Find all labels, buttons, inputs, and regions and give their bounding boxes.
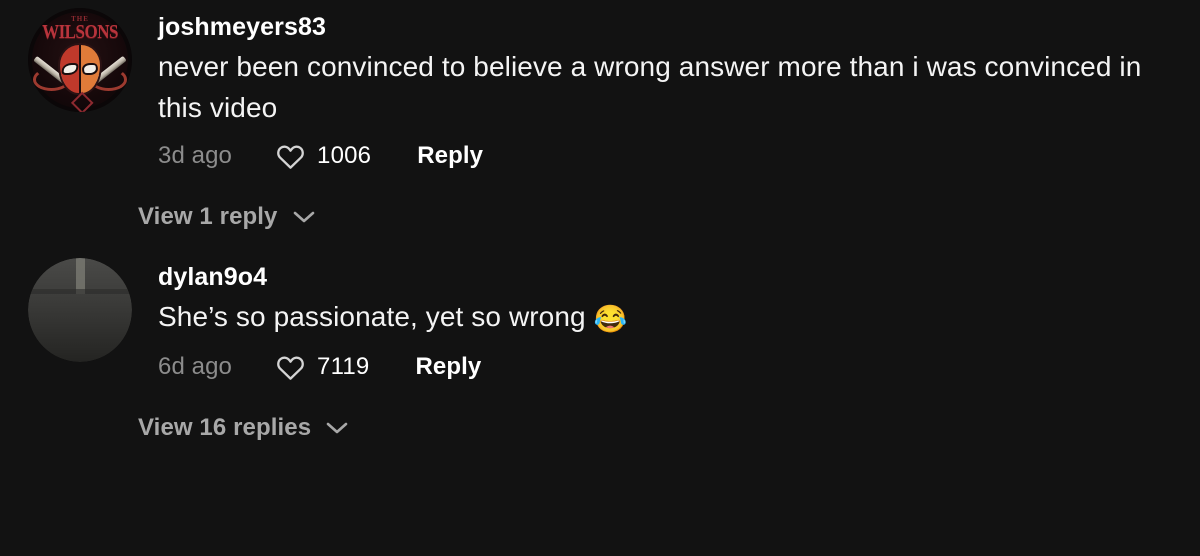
reply-button[interactable]: Reply: [417, 142, 483, 170]
comment-text: never been convinced to believe a wrong …: [158, 41, 1188, 128]
chevron-down-icon[interactable]: [293, 210, 315, 224]
logo-wordmark: WILSONS: [42, 20, 118, 42]
comment-timestamp: 6d ago: [158, 353, 233, 381]
comment-username[interactable]: dylan9o4: [158, 258, 1188, 291]
view-replies-label: View 16 replies: [138, 414, 312, 442]
view-replies-label: View 1 reply: [138, 203, 278, 231]
photo-background-line: [28, 289, 132, 294]
mask-eye-left: [63, 64, 77, 73]
mask-split-line: [78, 45, 81, 94]
comment-text: She’s so passionate, yet so wrong 😂: [158, 291, 1188, 339]
comments-panel: THE WILSONS joshmeyers83 never been conv…: [0, 0, 1200, 556]
comment-text-content: never been convinced to believe a wrong …: [158, 51, 1142, 123]
avatar[interactable]: [28, 258, 132, 363]
heart-outline-icon[interactable]: [276, 354, 305, 381]
comment-body: joshmeyers83 never been convinced to bel…: [132, 8, 1188, 170]
comment-item: dylan9o4 She’s so passionate, yet so wro…: [0, 251, 1200, 381]
the-wilsons-logo-avatar: THE WILSONS: [28, 8, 132, 112]
chevron-down-icon[interactable]: [326, 421, 348, 435]
comment-separator: [0, 231, 1200, 251]
comment-username[interactable]: joshmeyers83: [158, 8, 1188, 41]
photo-background-bar: [75, 258, 86, 294]
avatar[interactable]: THE WILSONS: [28, 8, 132, 112]
view-replies-button[interactable]: View 16 replies: [0, 381, 1200, 442]
reply-button[interactable]: Reply: [415, 353, 481, 381]
comment-text-content: She’s so passionate, yet so wrong: [158, 301, 594, 333]
like-count: 1006: [317, 142, 372, 170]
comment-body: dylan9o4 She’s so passionate, yet so wro…: [132, 258, 1188, 381]
mask-eye-right: [83, 64, 97, 73]
comment-meta-row: 6d ago 7119 Reply: [158, 339, 1188, 381]
like-count: 7119: [317, 353, 370, 381]
like-button[interactable]: 1006: [276, 142, 371, 170]
split-mask-face-icon: [60, 45, 100, 94]
view-replies-button[interactable]: View 1 reply: [0, 170, 1200, 231]
like-button[interactable]: 7119: [276, 353, 369, 381]
joy-emoji-icon: 😂: [593, 304, 628, 335]
comment-timestamp: 3d ago: [158, 142, 233, 170]
comment-meta-row: 3d ago 1006 Reply: [158, 128, 1188, 170]
comment-item: THE WILSONS joshmeyers83 never been conv…: [0, 0, 1200, 170]
heart-outline-icon[interactable]: [276, 143, 305, 170]
three-friends-photo-avatar: [28, 258, 132, 363]
